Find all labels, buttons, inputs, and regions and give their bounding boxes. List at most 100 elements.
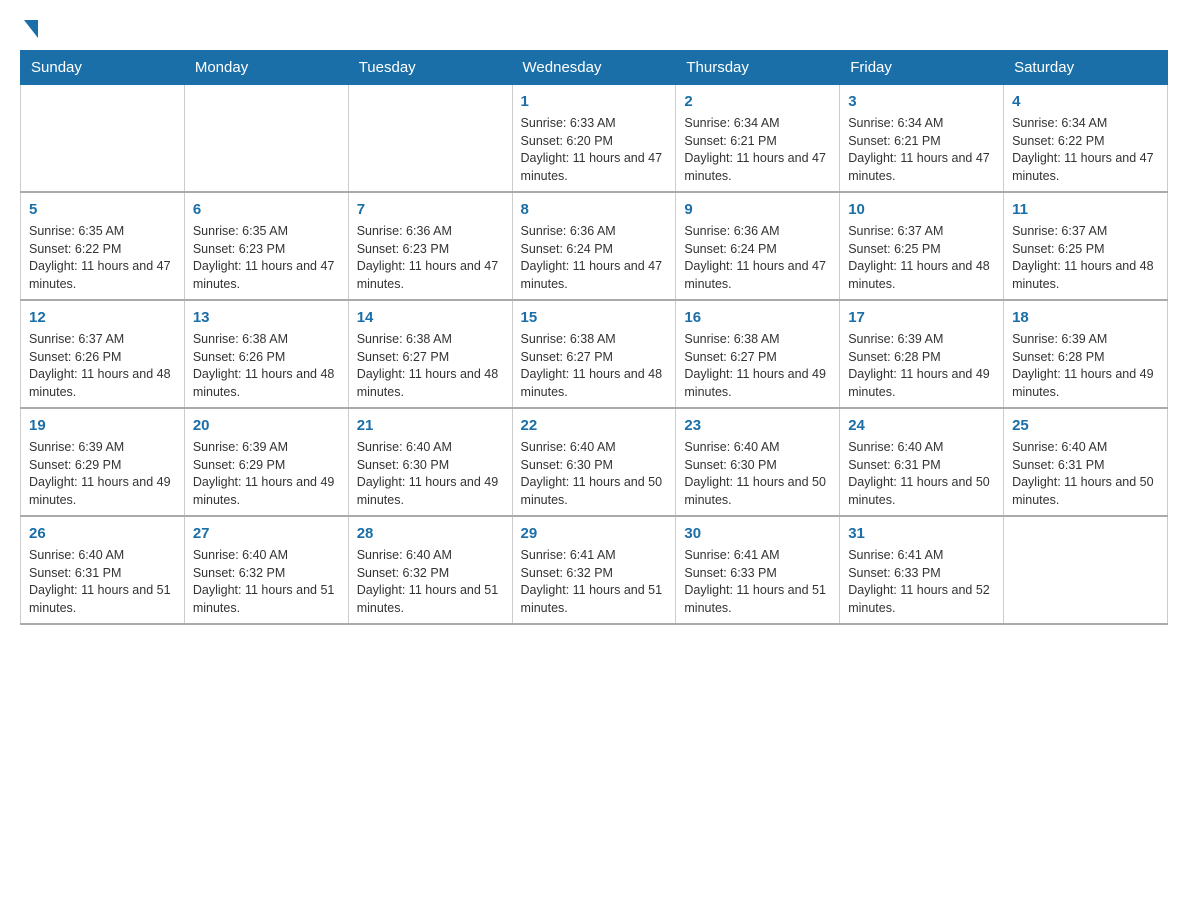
day-info-text: Sunset: 6:27 PM bbox=[684, 349, 831, 367]
day-info-text: Sunset: 6:25 PM bbox=[1012, 241, 1159, 259]
day-number: 11 bbox=[1012, 199, 1159, 220]
day-info-text: Daylight: 11 hours and 51 minutes. bbox=[357, 582, 504, 617]
day-info-text: Sunrise: 6:40 AM bbox=[357, 439, 504, 457]
day-info-text: Sunrise: 6:34 AM bbox=[848, 115, 995, 133]
day-info-text: Sunset: 6:21 PM bbox=[848, 133, 995, 151]
day-number: 8 bbox=[521, 199, 668, 220]
day-of-week-header: Tuesday bbox=[348, 51, 512, 85]
day-number: 25 bbox=[1012, 415, 1159, 436]
day-info-text: Daylight: 11 hours and 49 minutes. bbox=[684, 366, 831, 401]
day-number: 14 bbox=[357, 307, 504, 328]
day-info-text: Sunrise: 6:39 AM bbox=[1012, 331, 1159, 349]
calendar-body: 1Sunrise: 6:33 AMSunset: 6:20 PMDaylight… bbox=[21, 85, 1168, 625]
day-info-text: Sunset: 6:29 PM bbox=[193, 457, 340, 475]
calendar-day-cell: 21Sunrise: 6:40 AMSunset: 6:30 PMDayligh… bbox=[348, 408, 512, 516]
day-info-text: Sunset: 6:30 PM bbox=[684, 457, 831, 475]
calendar-day-cell: 22Sunrise: 6:40 AMSunset: 6:30 PMDayligh… bbox=[512, 408, 676, 516]
day-info-text: Sunset: 6:31 PM bbox=[1012, 457, 1159, 475]
day-number: 30 bbox=[684, 523, 831, 544]
calendar-day-cell: 12Sunrise: 6:37 AMSunset: 6:26 PMDayligh… bbox=[21, 300, 185, 408]
day-info-text: Daylight: 11 hours and 47 minutes. bbox=[193, 258, 340, 293]
day-info-text: Sunset: 6:23 PM bbox=[193, 241, 340, 259]
calendar-day-cell: 19Sunrise: 6:39 AMSunset: 6:29 PMDayligh… bbox=[21, 408, 185, 516]
day-info-text: Sunrise: 6:36 AM bbox=[684, 223, 831, 241]
day-of-week-header: Monday bbox=[184, 51, 348, 85]
day-info-text: Sunrise: 6:40 AM bbox=[357, 547, 504, 565]
day-info-text: Daylight: 11 hours and 47 minutes. bbox=[29, 258, 176, 293]
day-info-text: Sunset: 6:32 PM bbox=[193, 565, 340, 583]
day-info-text: Sunrise: 6:40 AM bbox=[521, 439, 668, 457]
day-info-text: Sunrise: 6:38 AM bbox=[684, 331, 831, 349]
calendar-day-cell: 29Sunrise: 6:41 AMSunset: 6:32 PMDayligh… bbox=[512, 516, 676, 624]
day-info-text: Sunset: 6:33 PM bbox=[684, 565, 831, 583]
calendar-day-cell bbox=[1004, 516, 1168, 624]
day-info-text: Daylight: 11 hours and 47 minutes. bbox=[684, 150, 831, 185]
day-number: 29 bbox=[521, 523, 668, 544]
day-info-text: Sunset: 6:33 PM bbox=[848, 565, 995, 583]
day-info-text: Sunrise: 6:35 AM bbox=[29, 223, 176, 241]
day-info-text: Sunrise: 6:35 AM bbox=[193, 223, 340, 241]
calendar-day-cell: 6Sunrise: 6:35 AMSunset: 6:23 PMDaylight… bbox=[184, 192, 348, 300]
day-info-text: Sunrise: 6:36 AM bbox=[521, 223, 668, 241]
day-info-text: Daylight: 11 hours and 50 minutes. bbox=[521, 474, 668, 509]
calendar-day-cell: 27Sunrise: 6:40 AMSunset: 6:32 PMDayligh… bbox=[184, 516, 348, 624]
day-number: 23 bbox=[684, 415, 831, 436]
day-number: 7 bbox=[357, 199, 504, 220]
day-info-text: Daylight: 11 hours and 48 minutes. bbox=[1012, 258, 1159, 293]
calendar-table: SundayMondayTuesdayWednesdayThursdayFrid… bbox=[20, 50, 1168, 625]
day-info-text: Sunrise: 6:40 AM bbox=[29, 547, 176, 565]
calendar-day-cell bbox=[21, 85, 185, 193]
day-info-text: Sunrise: 6:38 AM bbox=[193, 331, 340, 349]
calendar-day-cell: 11 Sunrise: 6:37 AMSunset: 6:25 PMDayligh… bbox=[1004, 192, 1168, 300]
day-number: 9 bbox=[684, 199, 831, 220]
day-info-text: Daylight: 11 hours and 47 minutes. bbox=[1012, 150, 1159, 185]
day-info-text: Sunset: 6:24 PM bbox=[521, 241, 668, 259]
calendar-week-row: 26Sunrise: 6:40 AMSunset: 6:31 PMDayligh… bbox=[21, 516, 1168, 624]
calendar-day-cell: 26Sunrise: 6:40 AMSunset: 6:31 PMDayligh… bbox=[21, 516, 185, 624]
calendar-day-cell: 31Sunrise: 6:41 AMSunset: 6:33 PMDayligh… bbox=[840, 516, 1004, 624]
day-number: 3 bbox=[848, 91, 995, 112]
day-info-text: Daylight: 11 hours and 51 minutes. bbox=[193, 582, 340, 617]
day-number: 22 bbox=[521, 415, 668, 436]
calendar-day-cell: 1Sunrise: 6:33 AMSunset: 6:20 PMDaylight… bbox=[512, 85, 676, 193]
day-info-text: Daylight: 11 hours and 51 minutes. bbox=[684, 582, 831, 617]
day-info-text: Sunset: 6:28 PM bbox=[1012, 349, 1159, 367]
calendar-week-row: 1Sunrise: 6:33 AMSunset: 6:20 PMDaylight… bbox=[21, 85, 1168, 193]
day-info-text: Sunset: 6:20 PM bbox=[521, 133, 668, 151]
calendar-day-cell: 17Sunrise: 6:39 AMSunset: 6:28 PMDayligh… bbox=[840, 300, 1004, 408]
day-info-text: Sunset: 6:29 PM bbox=[29, 457, 176, 475]
logo bbox=[20, 20, 38, 40]
day-info-text: Daylight: 11 hours and 48 minutes. bbox=[29, 366, 176, 401]
day-info-text: Sunset: 6:32 PM bbox=[357, 565, 504, 583]
day-info-text: Daylight: 11 hours and 50 minutes. bbox=[1012, 474, 1159, 509]
day-of-week-header: Wednesday bbox=[512, 51, 676, 85]
day-info-text: Daylight: 11 hours and 50 minutes. bbox=[684, 474, 831, 509]
day-info-text: Sunset: 6:25 PM bbox=[848, 241, 995, 259]
day-info-text: Sunset: 6:21 PM bbox=[684, 133, 831, 151]
calendar-day-cell: 23Sunrise: 6:40 AMSunset: 6:30 PMDayligh… bbox=[676, 408, 840, 516]
day-number: 13 bbox=[193, 307, 340, 328]
day-number: 27 bbox=[193, 523, 340, 544]
day-info-text: Sunrise: 6:33 AM bbox=[521, 115, 668, 133]
calendar-day-cell bbox=[184, 85, 348, 193]
day-info-text: Sunrise: 6:41 AM bbox=[684, 547, 831, 565]
day-info-text: Sunset: 6:32 PM bbox=[521, 565, 668, 583]
day-info-text: Daylight: 11 hours and 49 minutes. bbox=[848, 366, 995, 401]
day-info-text: Sunrise: 6:39 AM bbox=[29, 439, 176, 457]
day-number: 21 bbox=[357, 415, 504, 436]
day-info-text: Daylight: 11 hours and 48 minutes. bbox=[193, 366, 340, 401]
day-info-text: Sunrise: 6:37 AM bbox=[1012, 223, 1159, 241]
day-of-week-header: Thursday bbox=[676, 51, 840, 85]
day-info-text: Sunrise: 6:38 AM bbox=[521, 331, 668, 349]
day-info-text: Sunrise: 6:38 AM bbox=[357, 331, 504, 349]
calendar-day-cell bbox=[348, 85, 512, 193]
calendar-day-cell: 18Sunrise: 6:39 AMSunset: 6:28 PMDayligh… bbox=[1004, 300, 1168, 408]
calendar-day-cell: 10Sunrise: 6:37 AMSunset: 6:25 PMDayligh… bbox=[840, 192, 1004, 300]
day-info-text: Daylight: 11 hours and 49 minutes. bbox=[29, 474, 176, 509]
day-info-text: Daylight: 11 hours and 47 minutes. bbox=[684, 258, 831, 293]
calendar-day-cell: 4Sunrise: 6:34 AMSunset: 6:22 PMDaylight… bbox=[1004, 85, 1168, 193]
calendar-day-cell: 9Sunrise: 6:36 AMSunset: 6:24 PMDaylight… bbox=[676, 192, 840, 300]
day-info-text: Daylight: 11 hours and 52 minutes. bbox=[848, 582, 995, 617]
day-info-text: Sunset: 6:31 PM bbox=[29, 565, 176, 583]
day-info-text: Sunrise: 6:40 AM bbox=[848, 439, 995, 457]
